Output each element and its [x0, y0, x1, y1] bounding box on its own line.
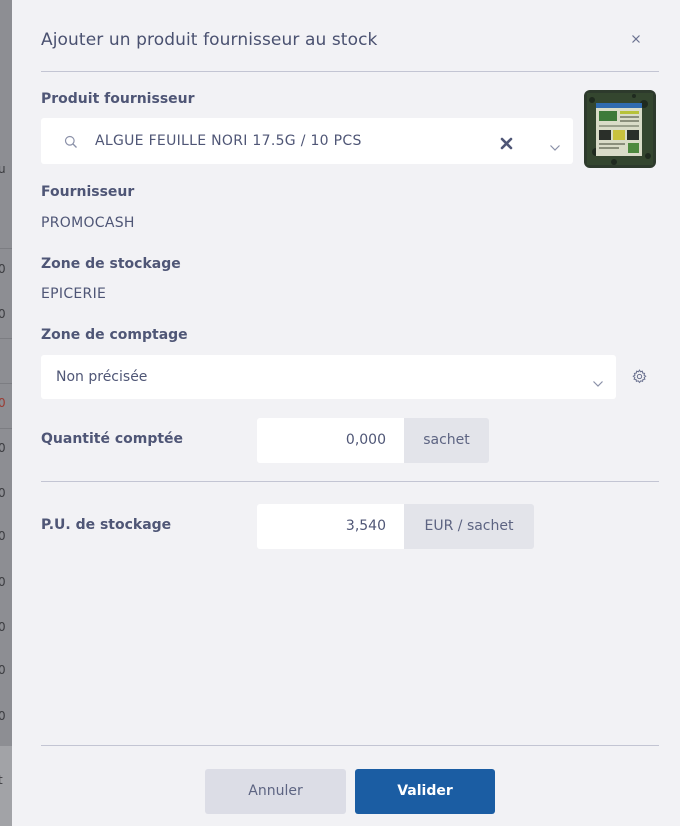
clear-x-icon[interactable] [500, 135, 513, 154]
quantity-label: Quantité comptée [41, 431, 184, 447]
section-divider [41, 481, 659, 482]
storage-zone-value: EPICERIE [41, 286, 107, 302]
unit-price-input[interactable]: 3,540 [257, 504, 404, 549]
supplier-label: Fournisseur [41, 184, 135, 200]
add-product-modal: Ajouter un produit fournisseur au stock … [12, 0, 680, 826]
supplier-product-value: ALGUE FEUILLE NORI 17.5G / 10 PCS [95, 133, 362, 149]
gear-icon[interactable] [632, 369, 647, 388]
unit-price-label: P.U. de stockage [41, 517, 172, 533]
close-icon[interactable] [629, 32, 643, 46]
counting-zone-select[interactable]: Non précisée [41, 355, 616, 399]
quantity-input[interactable]: 0,000 [257, 418, 404, 463]
chevron-down-icon[interactable] [592, 373, 604, 392]
modal-title: Ajouter un produit fournisseur au stock [41, 30, 378, 50]
quantity-unit: sachet [404, 418, 489, 463]
header-divider [41, 71, 659, 72]
product-thumbnail [584, 90, 656, 168]
counting-zone-label: Zone de comptage [41, 327, 188, 343]
counting-zone-value: Non précisée [56, 369, 148, 385]
storage-zone-label: Zone de stockage [41, 256, 181, 272]
unit-price-unit: EUR / sachet [404, 504, 534, 549]
supplier-value: PROMOCASH [41, 215, 135, 231]
chevron-down-icon[interactable] [549, 137, 561, 156]
background-page: u 0 0 0 0 0 0 0 0 0 0 t [0, 0, 12, 826]
submit-button[interactable]: Valider [355, 769, 495, 814]
supplier-product-select[interactable]: ALGUE FEUILLE NORI 17.5G / 10 PCS [41, 118, 573, 164]
footer-divider [41, 745, 659, 746]
cancel-button[interactable]: Annuler [205, 769, 346, 814]
search-icon [64, 134, 78, 153]
supplier-product-label: Produit fournisseur [41, 91, 195, 107]
